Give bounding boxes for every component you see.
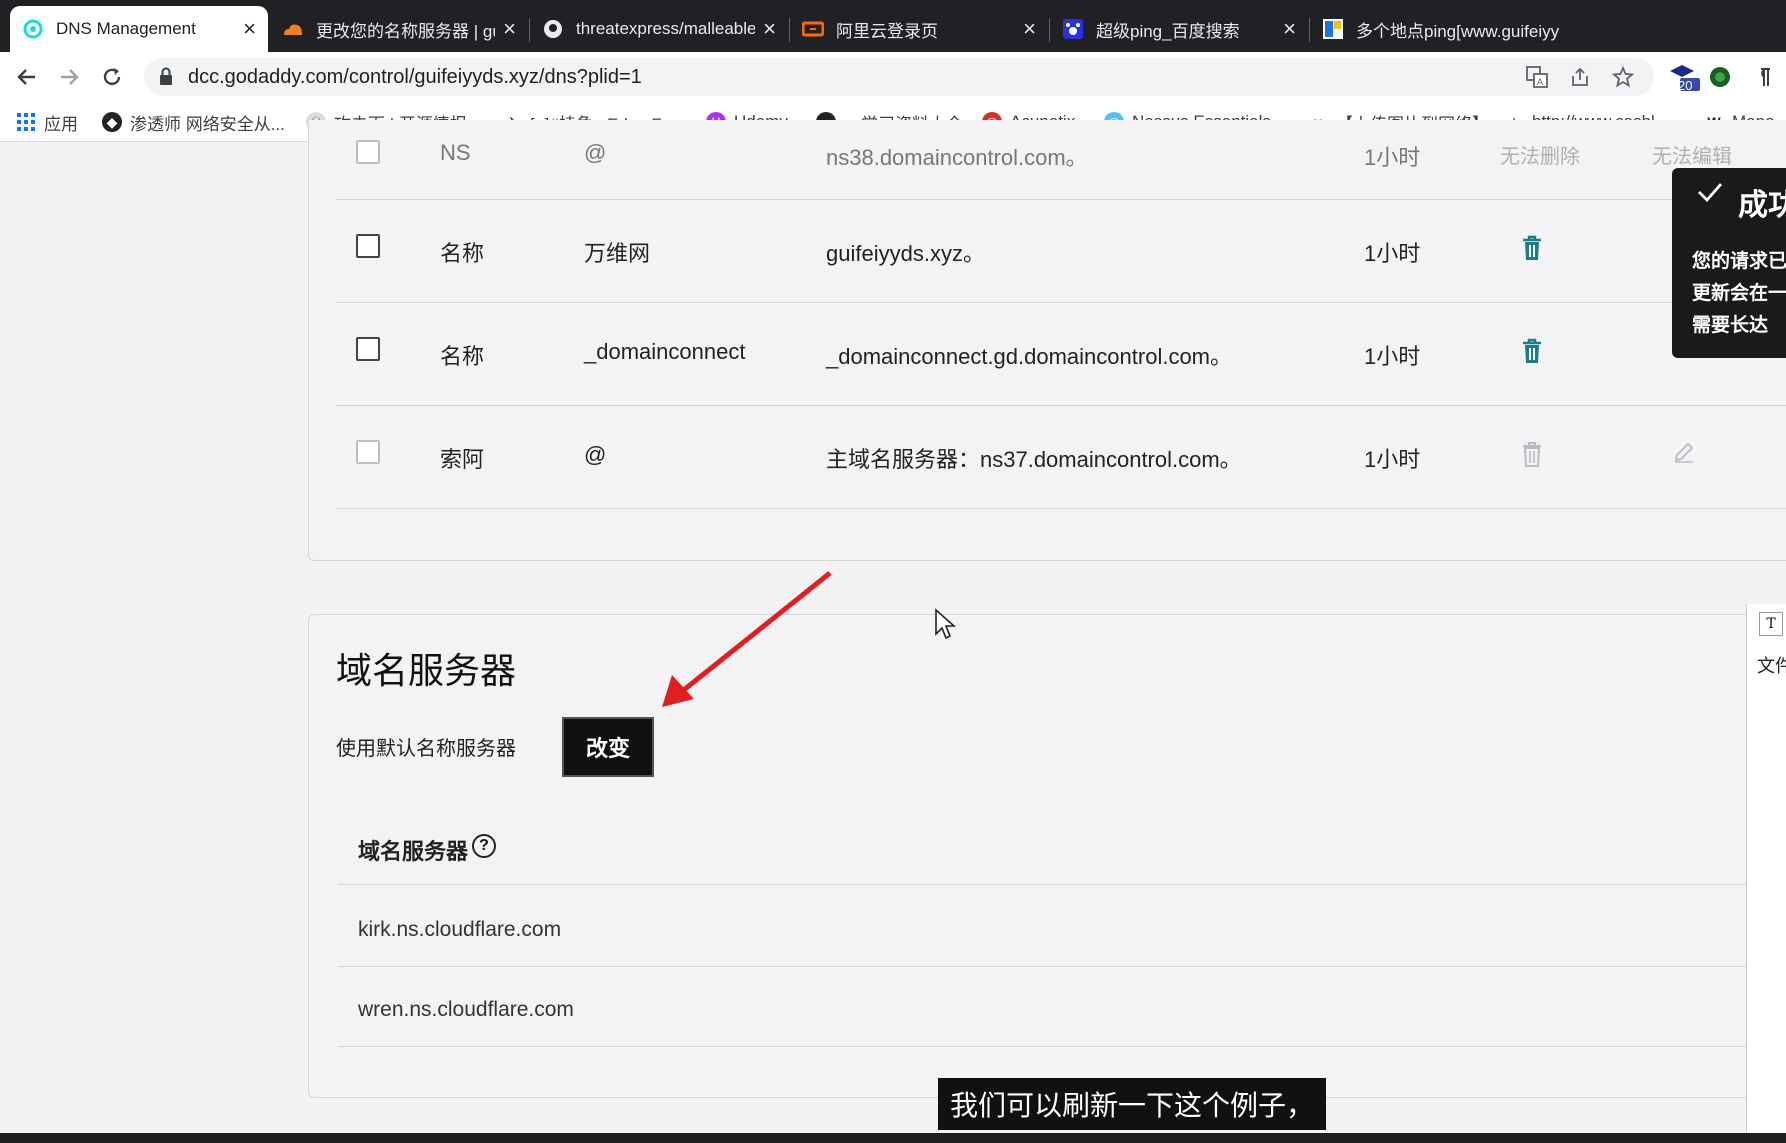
forward-arrow-icon[interactable]: [52, 60, 86, 94]
site-icon: [1322, 18, 1344, 40]
default-nameserver-label: 使用默认名称服务器: [336, 738, 516, 760]
divider: [338, 1046, 1786, 1047]
close-tab-icon[interactable]: ×: [763, 18, 776, 40]
cannot-edit-text: 无法编辑: [1652, 146, 1732, 168]
toast-line: 需要长达: [1692, 315, 1769, 336]
svg-text:A: A: [1537, 78, 1544, 88]
reload-icon[interactable]: [95, 60, 129, 94]
record-name: @: [584, 442, 607, 467]
tab-ping-sites[interactable]: 多个地点ping[www.guifeiyy: [1310, 6, 1786, 52]
row-checkbox: [356, 140, 380, 164]
tab-aliyun[interactable]: 阿里云登录页 ×: [790, 6, 1048, 52]
tab-title: threatexpress/malleable-c2: [576, 19, 756, 38]
record-value: 主域名服务器：ns37.domaincontrol.com。: [826, 447, 1242, 472]
divider: [338, 966, 1786, 967]
record-type: 索阿: [440, 447, 485, 472]
bookmark-label: 渗透师 网络安全从...: [130, 114, 285, 134]
tab-dns-management[interactable]: DNS Management ×: [10, 6, 268, 52]
tab-divider: [529, 18, 530, 42]
toast-title: 成功: [1738, 189, 1786, 222]
shield-icon: ◆: [102, 112, 122, 132]
help-icon[interactable]: ?: [472, 834, 496, 858]
nameserver-value: wren.ns.cloudflare.com: [358, 998, 574, 1021]
row-checkbox[interactable]: [356, 337, 380, 361]
table-row: 名称 万维网 guifeiyyds.xyz。 1小时: [336, 200, 1786, 303]
bookmark-item[interactable]: ◆ 渗透师 网络安全从...: [102, 110, 285, 134]
extension-paragraph-icon[interactable]: [1748, 62, 1778, 92]
tab-title: 更改您的名称服务器 | guifeiy: [316, 21, 495, 41]
annotation-arrow: [650, 565, 840, 715]
record-ttl: 1小时: [1364, 447, 1421, 472]
nameservers-title: 域名服务器: [336, 650, 517, 691]
record-name: 万维网: [584, 241, 651, 266]
tab-cloudflare[interactable]: 更改您的名称服务器 | guifeiy ×: [270, 6, 528, 52]
tab-title: 超级ping_百度搜索: [1096, 21, 1240, 41]
baidu-icon: [1062, 18, 1084, 40]
apps-grid-icon: [16, 112, 36, 132]
bookmark-label: 应用: [44, 114, 78, 134]
record-ttl: 1小时: [1364, 241, 1421, 266]
taskbar-strip: [0, 1133, 1786, 1143]
row-checkbox[interactable]: [356, 234, 380, 258]
tab-baidu[interactable]: 超级ping_百度搜索 ×: [1050, 6, 1308, 52]
close-tab-icon[interactable]: ×: [1023, 18, 1036, 40]
tab-github[interactable]: threatexpress/malleable-c2 ×: [530, 6, 788, 52]
record-value: _domainconnect.gd.domaincontrol.com。: [826, 344, 1233, 369]
toast-line: 您的请求已: [1692, 251, 1786, 272]
pencil-edit-icon: [1672, 440, 1696, 468]
side-panel-label: 文件: [1757, 656, 1786, 676]
nameservers-subheading: 域名服务器: [358, 839, 469, 864]
record-name: _domainconnect: [584, 339, 746, 364]
aliyun-icon: [802, 18, 824, 40]
close-tab-icon[interactable]: ×: [1283, 18, 1296, 40]
video-subtitle: 我们可以刷新一下这个例子，: [938, 1078, 1327, 1130]
nameservers-card: [308, 614, 1786, 1098]
text-tool-icon[interactable]: T: [1759, 612, 1783, 636]
record-value: guifeiyyds.xyz。: [826, 241, 985, 266]
lock-icon[interactable]: [158, 67, 174, 87]
toast-line: 更新会在一: [1692, 283, 1786, 304]
bookmark-apps[interactable]: 应用: [16, 110, 78, 134]
trash-icon[interactable]: [1520, 234, 1544, 262]
tab-divider: [789, 18, 790, 42]
table-row: 名称 _domainconnect _domainconnect.gd.doma…: [336, 303, 1786, 406]
divider: [338, 884, 1786, 885]
extension-badge: 20: [1678, 78, 1693, 93]
tab-divider: [1309, 18, 1310, 42]
back-arrow-icon[interactable]: [10, 60, 44, 94]
check-icon: [1696, 180, 1724, 209]
record-value: ns38.domaincontrol.com。: [826, 145, 1088, 170]
table-row: 索阿 @ 主域名服务器：ns37.domaincontrol.com。 1小时: [336, 406, 1786, 509]
mouse-cursor: [934, 608, 957, 645]
url-text[interactable]: dcc.godaddy.com/control/guifeiyyds.xyz/d…: [188, 66, 642, 89]
close-tab-icon[interactable]: ×: [503, 18, 516, 40]
bookmark-star-icon[interactable]: [1608, 62, 1638, 92]
tab-title: 阿里云登录页: [836, 21, 938, 41]
tab-title: DNS Management: [56, 19, 196, 38]
trash-disabled-icon: [1520, 440, 1544, 468]
record-ttl: 1小时: [1364, 145, 1421, 170]
record-name: @: [584, 140, 607, 165]
nameserver-value: kirk.ns.cloudflare.com: [358, 918, 562, 941]
cloudflare-icon: [282, 18, 304, 40]
table-row: NS @ ns38.domaincontrol.com。 1小时 无法删除 无法…: [336, 98, 1786, 200]
side-panel: T 文件: [1746, 604, 1786, 1143]
record-ttl: 1小时: [1364, 344, 1421, 369]
row-checkbox: [356, 440, 380, 464]
extension-green-icon[interactable]: [1705, 62, 1735, 92]
trash-icon[interactable]: [1520, 337, 1544, 365]
record-type: 名称: [440, 241, 485, 266]
change-button[interactable]: 改变: [562, 717, 654, 777]
record-type: NS: [440, 140, 471, 165]
github-icon: [542, 18, 564, 40]
translate-icon[interactable]: A: [1522, 62, 1552, 92]
success-toast: 成功 您的请求已 更新会在一 需要长达: [1672, 168, 1786, 358]
cannot-delete-text: 无法删除: [1500, 146, 1580, 168]
close-tab-icon[interactable]: ×: [243, 18, 256, 40]
share-icon[interactable]: [1565, 62, 1595, 92]
godaddy-icon: [22, 18, 44, 40]
tab-title: 多个地点ping[www.guifeiyy: [1356, 21, 1560, 41]
tab-divider: [1049, 18, 1050, 42]
record-type: 名称: [440, 344, 485, 369]
